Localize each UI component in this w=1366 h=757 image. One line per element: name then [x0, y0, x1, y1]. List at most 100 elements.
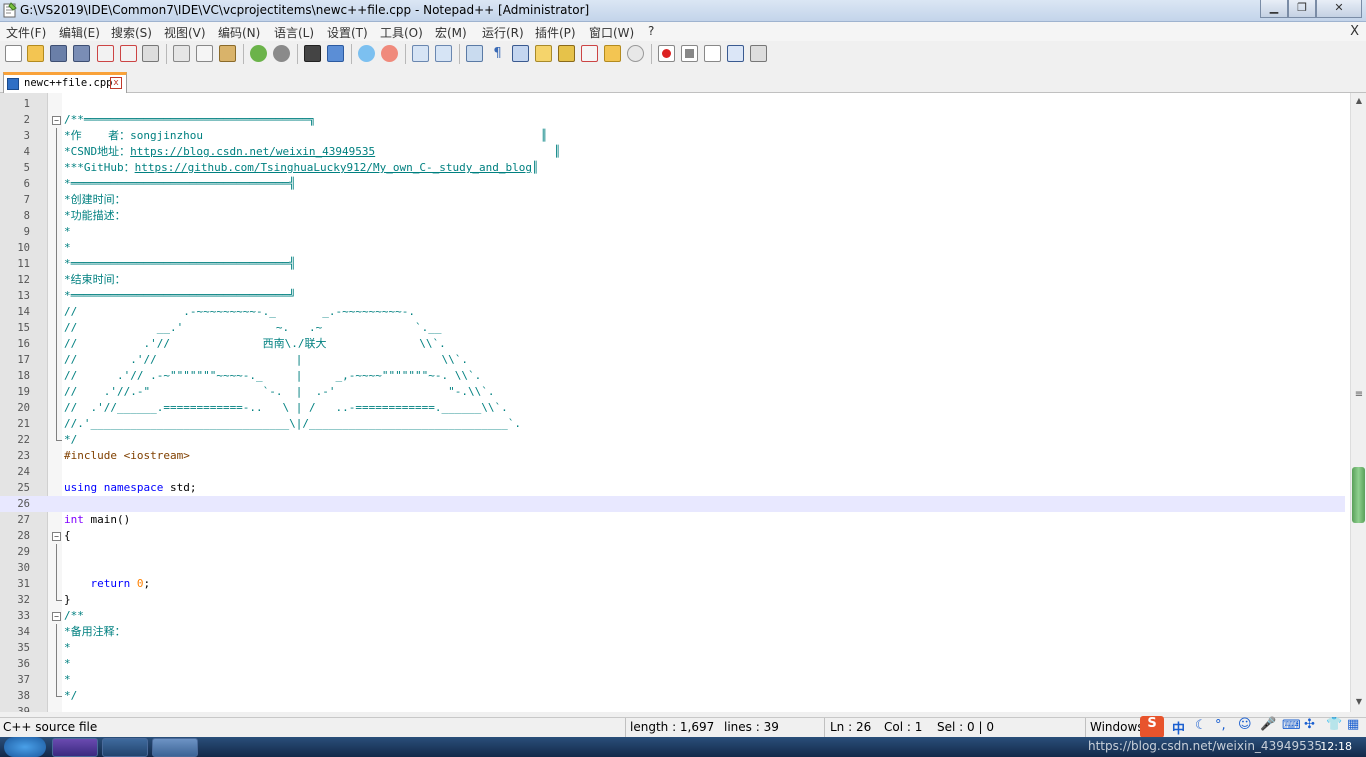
code-line[interactable]: 20 // .'//______.============-.. \ | / ..… [0, 400, 1345, 416]
undo-icon[interactable] [250, 45, 267, 62]
code-line[interactable]: 24 [0, 464, 1345, 480]
code-line[interactable]: 10 * [0, 240, 1345, 256]
close-document-button[interactable]: X [1350, 24, 1359, 39]
code-line[interactable]: 11 *═════════════════════════════════╣ [0, 256, 1345, 272]
menu-run[interactable]: 运行(R) [482, 24, 524, 41]
code-line[interactable]: 39 [0, 704, 1345, 712]
indent-guide-icon[interactable] [512, 45, 529, 62]
code-line[interactable]: 37 * [0, 672, 1345, 688]
tab-close-icon[interactable]: x [110, 77, 122, 89]
shirt-icon[interactable]: 👕 [1326, 717, 1342, 739]
code-line[interactable]: 18 // .'// .-~"""""""~~~~-._ | _,-~~~~"""… [0, 368, 1345, 384]
zoom-out-icon[interactable] [381, 45, 398, 62]
close-button[interactable]: ✕ [1316, 0, 1362, 18]
menu-window[interactable]: 窗口(W) [589, 24, 634, 41]
code-lines[interactable]: 1 2−/**══════════════════════════════════… [0, 93, 1345, 712]
fold-toggle-icon[interactable]: − [52, 116, 61, 125]
copy-icon[interactable] [196, 45, 213, 62]
monitoring-icon[interactable] [627, 45, 644, 62]
code-line[interactable]: 38 */ [0, 688, 1345, 704]
code-line[interactable]: 14 // .-~~~~~~~~~-._ _.-~~~~~~~~~-. [0, 304, 1345, 320]
code-line[interactable]: 29 [0, 544, 1345, 560]
menu-language[interactable]: 语言(L) [274, 24, 314, 41]
code-line[interactable]: 1 [0, 96, 1345, 112]
menu-tools[interactable]: 工具(O) [380, 24, 423, 41]
grid-icon[interactable]: ▦ [1347, 717, 1359, 739]
code-line[interactable]: 16 // .'// 西南\./联大 \\`. [0, 336, 1345, 352]
code-line[interactable]: 13 *═════════════════════════════════╝ [0, 288, 1345, 304]
menu-settings[interactable]: 设置(T) [327, 24, 368, 41]
tab-newcppfile[interactable]: newc++file.cpp x [3, 72, 127, 93]
code-line[interactable]: 4 *CSND地址：https://blog.csdn.net/weixin_43… [0, 144, 1345, 160]
record-macro-icon[interactable] [658, 45, 675, 62]
menu-view[interactable]: 视图(V) [164, 24, 206, 41]
taskbar-explorer[interactable] [102, 738, 148, 757]
sync-vertical-icon[interactable] [412, 45, 429, 62]
code-line[interactable]: 26 [0, 496, 1345, 512]
code-line[interactable]: 2 −/**══════════════════════════════════╗ [0, 112, 1345, 128]
minimize-button[interactable]: ▁ [1260, 0, 1288, 18]
code-line[interactable]: 5 ***GitHub：https://github.com/TsinghuaLu… [0, 160, 1345, 176]
code-line[interactable]: 28 −{ [0, 528, 1345, 544]
code-line[interactable]: 23 #include <iostream> [0, 448, 1345, 464]
taskbar-visual-studio[interactable] [52, 738, 98, 757]
code-line[interactable]: 17 // .'// | \\`. [0, 352, 1345, 368]
show-all-chars-icon[interactable]: ¶ [489, 45, 506, 62]
user-lang-icon[interactable] [535, 45, 552, 62]
save-icon[interactable] [50, 45, 67, 62]
redo-icon[interactable] [273, 45, 290, 62]
run-macro-multiple-icon[interactable] [727, 45, 744, 62]
code-line[interactable]: 36 * [0, 656, 1345, 672]
code-line[interactable]: 22 */ [0, 432, 1345, 448]
code-line[interactable]: 8 *功能描述： [0, 208, 1345, 224]
code-line[interactable]: 9 * [0, 224, 1345, 240]
scroll-down-icon[interactable]: ▼ [1353, 697, 1365, 709]
print-icon[interactable] [142, 45, 159, 62]
replace-icon[interactable] [327, 45, 344, 62]
skin-icon[interactable]: ✣ [1304, 717, 1315, 739]
zoom-in-icon[interactable] [358, 45, 375, 62]
paste-icon[interactable] [219, 45, 236, 62]
code-line[interactable]: 19 // .'//.-" `-. | .-' "-.\\`. [0, 384, 1345, 400]
cut-icon[interactable] [173, 45, 190, 62]
close-file-icon[interactable] [97, 45, 114, 62]
code-line[interactable]: 32} [0, 592, 1345, 608]
menu-plugins[interactable]: 插件(P) [535, 24, 576, 41]
taskbar-notepadpp[interactable] [152, 738, 198, 757]
find-icon[interactable] [304, 45, 321, 62]
fold-toggle-icon[interactable]: − [52, 612, 61, 621]
menu-search[interactable]: 搜索(S) [111, 24, 152, 41]
code-line[interactable]: 12 *结束时间： [0, 272, 1345, 288]
scroll-up-icon[interactable]: ▲ [1353, 96, 1365, 108]
new-file-icon[interactable] [5, 45, 22, 62]
code-line[interactable]: 31 return 0; [0, 576, 1345, 592]
close-all-icon[interactable] [120, 45, 137, 62]
code-line[interactable]: 35 * [0, 640, 1345, 656]
microphone-icon[interactable]: 🎤 [1260, 717, 1276, 739]
maximize-button[interactable]: ❐ [1288, 0, 1316, 18]
emoji-icon[interactable]: ☺ [1238, 717, 1252, 739]
code-line[interactable]: 34 *备用注释： [0, 624, 1345, 640]
play-macro-icon[interactable] [704, 45, 721, 62]
stop-macro-icon[interactable] [681, 45, 698, 62]
code-line[interactable]: 15 // __.' ~. .~ `.__ [0, 320, 1345, 336]
sogou-ime-icon[interactable]: S [1140, 716, 1164, 738]
editor[interactable]: 1 2−/**══════════════════════════════════… [0, 93, 1366, 712]
fold-toggle-icon[interactable]: − [52, 532, 61, 541]
code-line[interactable]: 7 *创建时间： [0, 192, 1345, 208]
menu-file[interactable]: 文件(F) [6, 24, 46, 41]
scrollbar-thumb[interactable] [1352, 467, 1365, 523]
code-line[interactable]: 33 −/** [0, 608, 1345, 624]
code-line[interactable]: 6 *═════════════════════════════════╣ [0, 176, 1345, 192]
menu-help[interactable]: ? [648, 24, 654, 38]
menu-edit[interactable]: 编辑(E) [59, 24, 100, 41]
save-all-icon[interactable] [73, 45, 90, 62]
open-file-icon[interactable] [27, 45, 44, 62]
vertical-scrollbar[interactable]: ▲ ≡ ▼ [1350, 93, 1366, 712]
doc-map-icon[interactable] [558, 45, 575, 62]
code-line[interactable]: 27 int main() [0, 512, 1345, 528]
sync-horizontal-icon[interactable] [435, 45, 452, 62]
code-line[interactable]: 25 using namespace std; [0, 480, 1345, 496]
menu-encoding[interactable]: 编码(N) [218, 24, 260, 41]
function-list-icon[interactable] [581, 45, 598, 62]
